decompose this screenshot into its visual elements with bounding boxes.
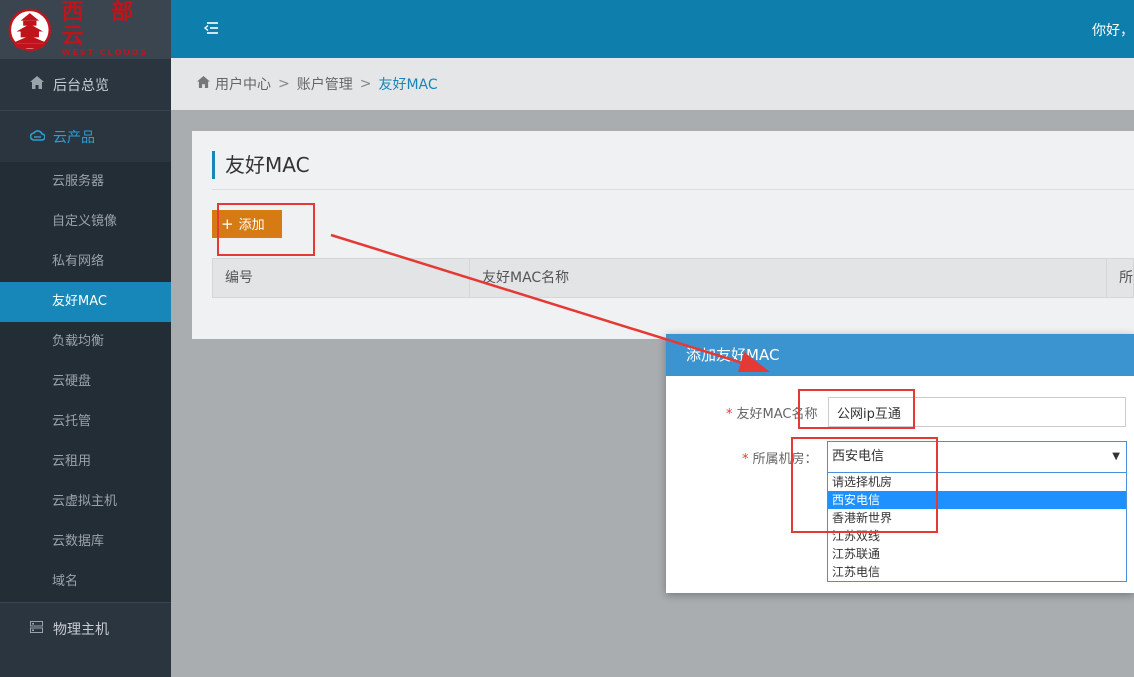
room-option[interactable]: 江苏电信 (828, 563, 1126, 581)
add-button-label: 添加 (238, 218, 265, 233)
room-field-label: * 所属机房： (742, 448, 818, 467)
required-mark: * (726, 407, 733, 422)
plus-icon: + (221, 215, 234, 233)
breadcrumb-separator: > (278, 76, 290, 92)
room-select[interactable]: 西安电信 ▼ (827, 441, 1127, 473)
dialog-title: 添加友好MAC (666, 334, 1134, 376)
required-mark: * (742, 452, 749, 467)
breadcrumb-separator: > (359, 76, 372, 92)
add-button[interactable]: + 添加 (212, 210, 282, 238)
brand-logo[interactable]: 西 部 云 WEST CLOUDS (0, 0, 171, 58)
nav-cloud-products[interactable]: 云产品 (0, 110, 171, 162)
sidebar-item-cloud-disk[interactable]: 云硬盘 (0, 362, 171, 402)
column-header-room[interactable]: 所 (1107, 259, 1133, 297)
sidebar: 西 部 云 WEST CLOUDS 后台总览 云产品 云服务器 自定义镜像 私有… (0, 0, 171, 677)
brand-name-en: WEST CLOUDS (61, 48, 149, 57)
room-dropdown-list: 请选择机房 西安电信 香港新世界 江苏双线 江苏联通 江苏电信 (827, 473, 1127, 582)
sidebar-item-private-network[interactable]: 私有网络 (0, 242, 171, 282)
user-greeting[interactable]: 你好， (1092, 20, 1134, 40)
sidebar-item-custom-image[interactable]: 自定义镜像 (0, 202, 171, 242)
friendly-mac-panel: 友好MAC + 添加 编号 友好MAC名称 所 (192, 131, 1134, 339)
nav-physical-host[interactable]: 物理主机 (0, 602, 171, 654)
name-field-label: * 友好MAC名称 (726, 403, 817, 422)
cloud-products-submenu: 云服务器 自定义镜像 私有网络 友好MAC 负载均衡 云硬盘 云托管 云租用 云… (0, 162, 171, 602)
table-header: 编号 友好MAC名称 所 (212, 258, 1134, 298)
nav-dashboard-label: 后台总览 (53, 77, 109, 94)
cloud-icon (29, 129, 46, 145)
page-title: 友好MAC (212, 151, 310, 179)
room-select-value: 西安电信 (832, 449, 885, 464)
room-option[interactable]: 香港新世界 (828, 509, 1126, 527)
room-option[interactable]: 江苏联通 (828, 545, 1126, 563)
breadcrumb: 用户中心 > 账户管理 > 友好MAC (171, 58, 1134, 110)
room-option[interactable]: 江苏双线 (828, 527, 1126, 545)
sidebar-item-cloud-hosting[interactable]: 云托管 (0, 402, 171, 442)
pagoda-logo-icon (8, 8, 52, 52)
column-header-id[interactable]: 编号 (213, 259, 470, 297)
breadcrumb-user-center[interactable]: 用户中心 (215, 74, 271, 94)
top-header: 你好， (171, 0, 1134, 58)
room-option[interactable]: 请选择机房 (828, 473, 1126, 491)
nav-physical-host-label: 物理主机 (53, 621, 109, 638)
sidebar-item-cloud-server[interactable]: 云服务器 (0, 162, 171, 202)
sidebar-item-cloud-rental[interactable]: 云租用 (0, 442, 171, 482)
room-option-selected[interactable]: 西安电信 (828, 491, 1126, 509)
breadcrumb-current: 友好MAC (378, 77, 438, 93)
brand-text: 西 部 云 WEST CLOUDS (62, 0, 171, 58)
name-label-text: 友好MAC名称 (736, 407, 818, 422)
sidebar-item-virtual-host[interactable]: 云虚拟主机 (0, 482, 171, 522)
home-icon (30, 76, 46, 93)
server-icon (30, 620, 46, 637)
column-header-name[interactable]: 友好MAC名称 (470, 259, 1107, 297)
home-icon (197, 76, 210, 92)
sidebar-item-cloud-database[interactable]: 云数据库 (0, 522, 171, 562)
sidebar-item-domain[interactable]: 域名 (0, 562, 171, 602)
title-divider (212, 189, 1134, 190)
mac-name-input[interactable] (828, 397, 1126, 427)
breadcrumb-account[interactable]: 账户管理 (297, 74, 353, 94)
sidebar-item-friendly-mac[interactable]: 友好MAC (0, 282, 171, 322)
menu-toggle-icon[interactable] (203, 20, 219, 36)
chevron-down-icon: ▼ (1112, 451, 1120, 462)
add-friendly-mac-dialog: 添加友好MAC *友好MAC名称 *所属机房： 西安电信 ▼ 请选择机房 西安电… (666, 334, 1134, 593)
sidebar-item-load-balancer[interactable]: 负载均衡 (0, 322, 171, 362)
nav-dashboard[interactable]: 后台总览 (0, 58, 171, 110)
nav-cloud-products-label: 云产品 (53, 129, 95, 146)
room-label-text: 所属机房： (752, 452, 818, 467)
brand-name-cn: 西 部 云 (61, 0, 144, 49)
